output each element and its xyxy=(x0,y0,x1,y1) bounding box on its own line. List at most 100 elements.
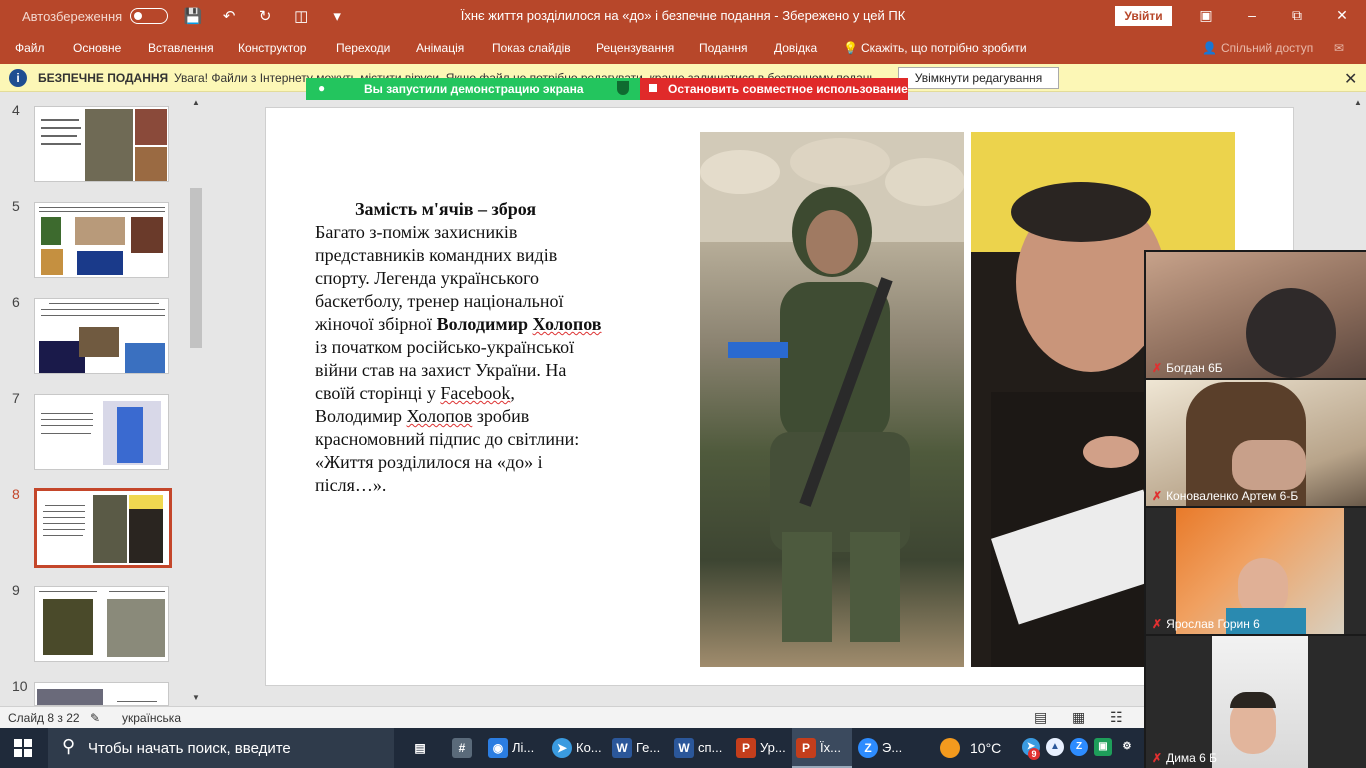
microphone-muted-icon: ✗ xyxy=(1152,751,1163,765)
microphone-muted-icon: ✗ xyxy=(1152,489,1163,503)
save-icon[interactable]: 💾 xyxy=(182,7,204,25)
scrollbar-thumb[interactable] xyxy=(190,188,202,348)
screen-share-bar: ● Вы запустили демонстрацию экрана Остан… xyxy=(306,78,908,100)
tab-view[interactable]: Подання xyxy=(699,41,747,55)
powerpoint-icon: P xyxy=(796,738,816,758)
sign-in-button[interactable]: Увійти xyxy=(1115,6,1172,26)
share-status-text: Вы запустили демонстрацию экрана xyxy=(364,82,584,96)
shield-icon: i xyxy=(9,69,27,87)
task-view-icon[interactable]: ▤ xyxy=(410,728,430,768)
powerpoint-icon: P xyxy=(736,738,756,758)
slide-thumbnail-9[interactable] xyxy=(34,586,169,662)
thumbnail-number: 10 xyxy=(12,678,28,694)
slide-name-first: Володимир xyxy=(436,314,529,334)
spelling-icon[interactable]: ✎ xyxy=(90,711,100,725)
tab-insert[interactable]: Вставлення xyxy=(148,41,214,55)
customize-toolbar-icon[interactable]: ▾ xyxy=(326,7,348,25)
zoom-tray-icon[interactable]: Z xyxy=(1070,738,1088,756)
slide-thumbnail-8-selected[interactable] xyxy=(34,488,172,568)
tab-transitions[interactable]: Переходи xyxy=(336,41,390,55)
slide-thumbnail-5[interactable] xyxy=(34,202,169,278)
scroll-up-icon[interactable]: ▲ xyxy=(192,98,200,107)
system-tray-icon[interactable]: ⚙ xyxy=(1118,738,1136,756)
scroll-down-icon[interactable]: ▼ xyxy=(192,693,200,702)
close-icon[interactable]: ✕ xyxy=(1344,69,1357,89)
slide-thumbnail-7[interactable] xyxy=(34,394,169,470)
taskbar-app-word-1[interactable]: W Ге... xyxy=(612,728,670,768)
telegram-icon: ➤ xyxy=(552,738,572,758)
redo-icon[interactable]: ↻ xyxy=(254,7,276,25)
autosave-label: Автозбереження xyxy=(22,8,123,24)
comments-icon[interactable]: ✉ xyxy=(1334,41,1344,55)
calculator-icon[interactable]: # xyxy=(452,728,472,768)
normal-view-icon[interactable]: ▤ xyxy=(1034,709,1047,726)
participant-tile[interactable]: ✗ Ярослав Горин 6 xyxy=(1146,508,1366,634)
taskbar-app-powerpoint-2[interactable]: P Їх... xyxy=(792,728,852,768)
microphone-muted-icon: ✗ xyxy=(1152,617,1163,631)
slide-text-box[interactable]: Замість м'ячів – зброя Багато з-поміж зах… xyxy=(315,198,605,497)
share-status: ● Вы запустили демонстрацию экрана xyxy=(306,78,640,100)
tab-design[interactable]: Конструктор xyxy=(238,41,306,55)
taskbar-app-powerpoint-1[interactable]: P Ур... xyxy=(736,728,790,768)
stop-share-label: Остановить совместное использование xyxy=(668,82,908,96)
tab-slideshow[interactable]: Показ слайдів xyxy=(492,41,571,55)
autosave-toggle[interactable] xyxy=(130,8,169,24)
video-participants-panel: ✗ Богдан 6Б ✗ Коноваленко Артем 6-Б ✗ Яросл… xyxy=(1144,250,1366,768)
tell-me-search[interactable]: Скажіть, що потрібно зробити xyxy=(861,41,1027,55)
participant-name: ✗ Богдан 6Б xyxy=(1152,361,1223,375)
photo-soldier[interactable] xyxy=(700,132,965,667)
thumbnail-number: 7 xyxy=(12,390,20,406)
participant-tile[interactable]: ✗ Коноваленко Артем 6-Б xyxy=(1146,380,1366,506)
title-bar: Автозбереження 💾 ↶ ↻ ◫ ▾ Їхнє життя розд… xyxy=(0,0,1366,32)
participant-tile[interactable]: ✗ Богдан 6Б xyxy=(1146,252,1366,378)
taskbar-app-word-2[interactable]: Wсп... xyxy=(674,728,732,768)
ribbon-display-options-icon[interactable]: ▣ xyxy=(1196,7,1216,24)
protected-view-title: БЕЗПЕЧНЕ ПОДАННЯ xyxy=(38,71,169,85)
tab-home[interactable]: Основне xyxy=(73,41,121,55)
slide-thumbnail-4[interactable] xyxy=(34,106,169,182)
weather-icon[interactable] xyxy=(940,738,960,758)
share-button[interactable]: Спільний доступ xyxy=(1221,41,1313,55)
taskbar-app-telegram[interactable]: ➤ Ко... xyxy=(552,728,610,768)
slide-thumbnail-6[interactable] xyxy=(34,298,169,374)
tab-file[interactable]: Файл xyxy=(15,41,45,55)
taskbar-search-box[interactable]: ⚲ Чтобы начать поиск, введите xyxy=(48,728,394,768)
slide-heading: Замість м'ячів – зброя xyxy=(355,199,537,219)
start-from-beginning-icon[interactable]: ◫ xyxy=(290,7,312,25)
app-tray-icon[interactable]: ▣ xyxy=(1094,738,1112,756)
stop-share-button[interactable]: Остановить совместное использование xyxy=(640,78,908,100)
chrome-icon: ◉ xyxy=(488,738,508,758)
search-icon: ⚲ xyxy=(62,736,76,756)
stop-icon xyxy=(649,84,657,92)
reading-view-icon[interactable]: ☷ xyxy=(1110,709,1123,726)
share-icon: 👤 xyxy=(1202,41,1217,55)
enable-editing-button[interactable]: Увімкнути редагування xyxy=(898,67,1059,89)
network-tray-icon[interactable]: ▲ xyxy=(1046,738,1064,756)
word-icon: W xyxy=(674,738,694,758)
thumbnail-number: 6 xyxy=(12,294,20,310)
taskbar-app-chrome[interactable]: ◉ Лі... xyxy=(488,728,546,768)
undo-icon[interactable]: ↶ xyxy=(218,7,240,25)
tab-review[interactable]: Рецензування xyxy=(596,41,674,55)
slide-canvas[interactable]: Замість м'ячів – зброя Багато з-поміж зах… xyxy=(265,107,1294,686)
tab-animations[interactable]: Анімація xyxy=(416,41,464,55)
language-indicator[interactable]: українська xyxy=(122,711,181,725)
security-shield-icon xyxy=(617,81,629,95)
telegram-badge: 9 xyxy=(1028,748,1040,760)
thumbnail-scrollbar[interactable]: ▲ ▼ xyxy=(188,96,204,704)
taskbar-app-zoom[interactable]: Z Э... xyxy=(858,728,912,768)
tab-help[interactable]: Довідка xyxy=(774,41,817,55)
close-window-icon[interactable]: ✕ xyxy=(1332,7,1352,24)
slide-thumbnail-10[interactable] xyxy=(34,682,169,706)
scroll-up-icon[interactable]: ▲ xyxy=(1354,98,1362,107)
search-placeholder: Чтобы начать поиск, введите xyxy=(88,740,291,757)
slide-sorter-icon[interactable]: ▦ xyxy=(1072,709,1085,726)
thumbnail-number: 9 xyxy=(12,582,20,598)
ribbon-tabs: Файл Основне Вставлення Конструктор Пере… xyxy=(0,32,1366,64)
participant-tile[interactable]: ✗ Дима 6 Б xyxy=(1146,636,1366,768)
slide-facebook-word: Facebook xyxy=(440,383,511,403)
participant-name: ✗ Коноваленко Артем 6-Б xyxy=(1152,489,1299,503)
windows-start-icon[interactable] xyxy=(14,739,32,757)
restore-icon[interactable]: ⧉ xyxy=(1287,7,1307,24)
minimize-icon[interactable]: – xyxy=(1242,7,1262,23)
